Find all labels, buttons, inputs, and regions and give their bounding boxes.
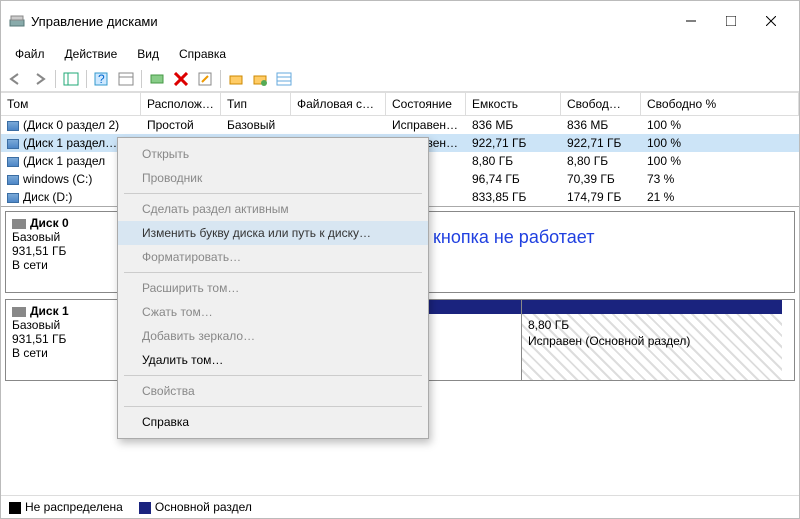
menu-view[interactable]: Вид xyxy=(127,43,169,65)
legend-label: Основной раздел xyxy=(155,500,252,514)
legend-item: Основной раздел xyxy=(139,500,252,514)
partition[interactable]: 8,80 ГБ Исправен (Основной раздел) xyxy=(522,300,782,380)
volume-percent: 100 % xyxy=(641,153,799,169)
ctx-item: Форматировать… xyxy=(118,245,428,269)
volume-icon xyxy=(7,121,19,131)
close-button[interactable] xyxy=(751,7,791,35)
forward-button[interactable] xyxy=(29,68,51,90)
disk-name: Диск 0 xyxy=(30,216,69,230)
volume-percent: 100 % xyxy=(641,117,799,133)
list-icon[interactable] xyxy=(273,68,295,90)
partition-status: Исправен (Основной раздел) xyxy=(528,334,690,348)
ctx-item: Добавить зеркало… xyxy=(118,324,428,348)
menu-action[interactable]: Действие xyxy=(55,43,128,65)
help-icon[interactable]: ? xyxy=(91,68,113,90)
titlebar: Управление дисками xyxy=(1,1,799,41)
volume-capacity: 96,74 ГБ xyxy=(466,171,561,187)
volume-free: 174,79 ГБ xyxy=(561,189,641,205)
disk-icon xyxy=(12,307,26,317)
delete-icon[interactable] xyxy=(170,68,192,90)
volume-fs xyxy=(291,117,386,133)
volume-row[interactable]: (Диск 0 раздел 2) ПростойБазовый Исправен…… xyxy=(1,116,799,134)
toolbar: ? xyxy=(1,67,799,92)
window-title: Управление дисками xyxy=(31,14,671,29)
minimize-button[interactable] xyxy=(671,7,711,35)
volume-icon xyxy=(7,193,19,203)
disk-type: Базовый xyxy=(12,230,60,244)
volume-name: (Диск 1 раздел xyxy=(23,154,105,168)
annotation-text: кнопка не работает xyxy=(433,227,594,248)
disk-status: В сети xyxy=(12,258,48,272)
folder1-icon[interactable] xyxy=(225,68,247,90)
col-layout[interactable]: Располож… xyxy=(141,93,221,115)
volume-status: Исправен… xyxy=(386,117,466,133)
volume-layout: Простой xyxy=(141,117,221,133)
volume-free: 8,80 ГБ xyxy=(561,153,641,169)
volume-capacity: 833,85 ГБ xyxy=(466,189,561,205)
ctx-item[interactable]: Удалить том… xyxy=(118,348,428,372)
legend-label: Не распределена xyxy=(25,500,123,514)
legend: Не распределена Основной раздел xyxy=(1,495,799,518)
volume-percent: 73 % xyxy=(641,171,799,187)
disk-status: В сети xyxy=(12,346,48,360)
folder2-icon[interactable] xyxy=(249,68,271,90)
panel-icon[interactable] xyxy=(60,68,82,90)
col-percent[interactable]: Свободно % xyxy=(641,93,799,115)
col-capacity[interactable]: Емкость xyxy=(466,93,561,115)
menu-bar: Файл Действие Вид Справка xyxy=(1,41,799,67)
volume-percent: 100 % xyxy=(641,135,799,151)
app-icon xyxy=(9,13,25,29)
volume-free: 836 МБ xyxy=(561,117,641,133)
col-status[interactable]: Состояние xyxy=(386,93,466,115)
disk-info: Диск 0Базовый931,51 ГБВ сети xyxy=(6,212,126,292)
volume-icon xyxy=(7,139,19,149)
menu-help[interactable]: Справка xyxy=(169,43,236,65)
legend-item: Не распределена xyxy=(9,500,123,514)
volume-type: Базовый xyxy=(221,117,291,133)
volume-name: windows (C:) xyxy=(23,172,92,186)
col-type[interactable]: Тип xyxy=(221,93,291,115)
col-free[interactable]: Свобод… xyxy=(561,93,641,115)
disk-info: Диск 1Базовый931,51 ГБВ сети xyxy=(6,300,126,380)
ctx-item: Свойства xyxy=(118,379,428,403)
disk-size: 931,51 ГБ xyxy=(12,244,66,258)
volume-capacity: 922,71 ГБ xyxy=(466,135,561,151)
ctx-item: Открыть xyxy=(118,142,428,166)
disk-type: Базовый xyxy=(12,318,60,332)
properties-icon[interactable] xyxy=(194,68,216,90)
ctx-item: Сделать раздел активным xyxy=(118,197,428,221)
col-volume[interactable]: Том xyxy=(1,93,141,115)
partition-size: 8,80 ГБ xyxy=(528,318,569,332)
legend-swatch xyxy=(9,502,21,514)
col-fs[interactable]: Файловая с… xyxy=(291,93,386,115)
volume-name: (Диск 0 раздел 2) xyxy=(23,118,119,132)
disk-size: 931,51 ГБ xyxy=(12,332,66,346)
volume-free: 922,71 ГБ xyxy=(561,135,641,151)
grid-header: Том Располож… Тип Файловая с… Состояние … xyxy=(1,93,799,116)
svg-text:?: ? xyxy=(98,72,105,86)
ctx-item[interactable]: Справка xyxy=(118,410,428,434)
legend-swatch xyxy=(139,502,151,514)
volume-icon xyxy=(7,157,19,167)
volume-icon xyxy=(7,175,19,185)
refresh-icon[interactable] xyxy=(146,68,168,90)
back-button[interactable] xyxy=(5,68,27,90)
disk-name: Диск 1 xyxy=(30,304,69,318)
detail-icon[interactable] xyxy=(115,68,137,90)
ctx-item: Сжать том… xyxy=(118,300,428,324)
volume-percent: 21 % xyxy=(641,189,799,205)
volume-capacity: 8,80 ГБ xyxy=(466,153,561,169)
disk-icon xyxy=(12,219,26,229)
ctx-item: Проводник xyxy=(118,166,428,190)
volume-name: Диск (D:) xyxy=(23,190,72,204)
context-menu: ОткрытьПроводник Сделать раздел активнымИ… xyxy=(117,137,429,439)
maximize-button[interactable] xyxy=(711,7,751,35)
ctx-item: Расширить том… xyxy=(118,276,428,300)
volume-capacity: 836 МБ xyxy=(466,117,561,133)
ctx-item[interactable]: Изменить букву диска или путь к диску… xyxy=(118,221,428,245)
volume-name: (Диск 1 раздел… xyxy=(23,136,117,150)
volume-free: 70,39 ГБ xyxy=(561,171,641,187)
menu-file[interactable]: Файл xyxy=(5,43,55,65)
